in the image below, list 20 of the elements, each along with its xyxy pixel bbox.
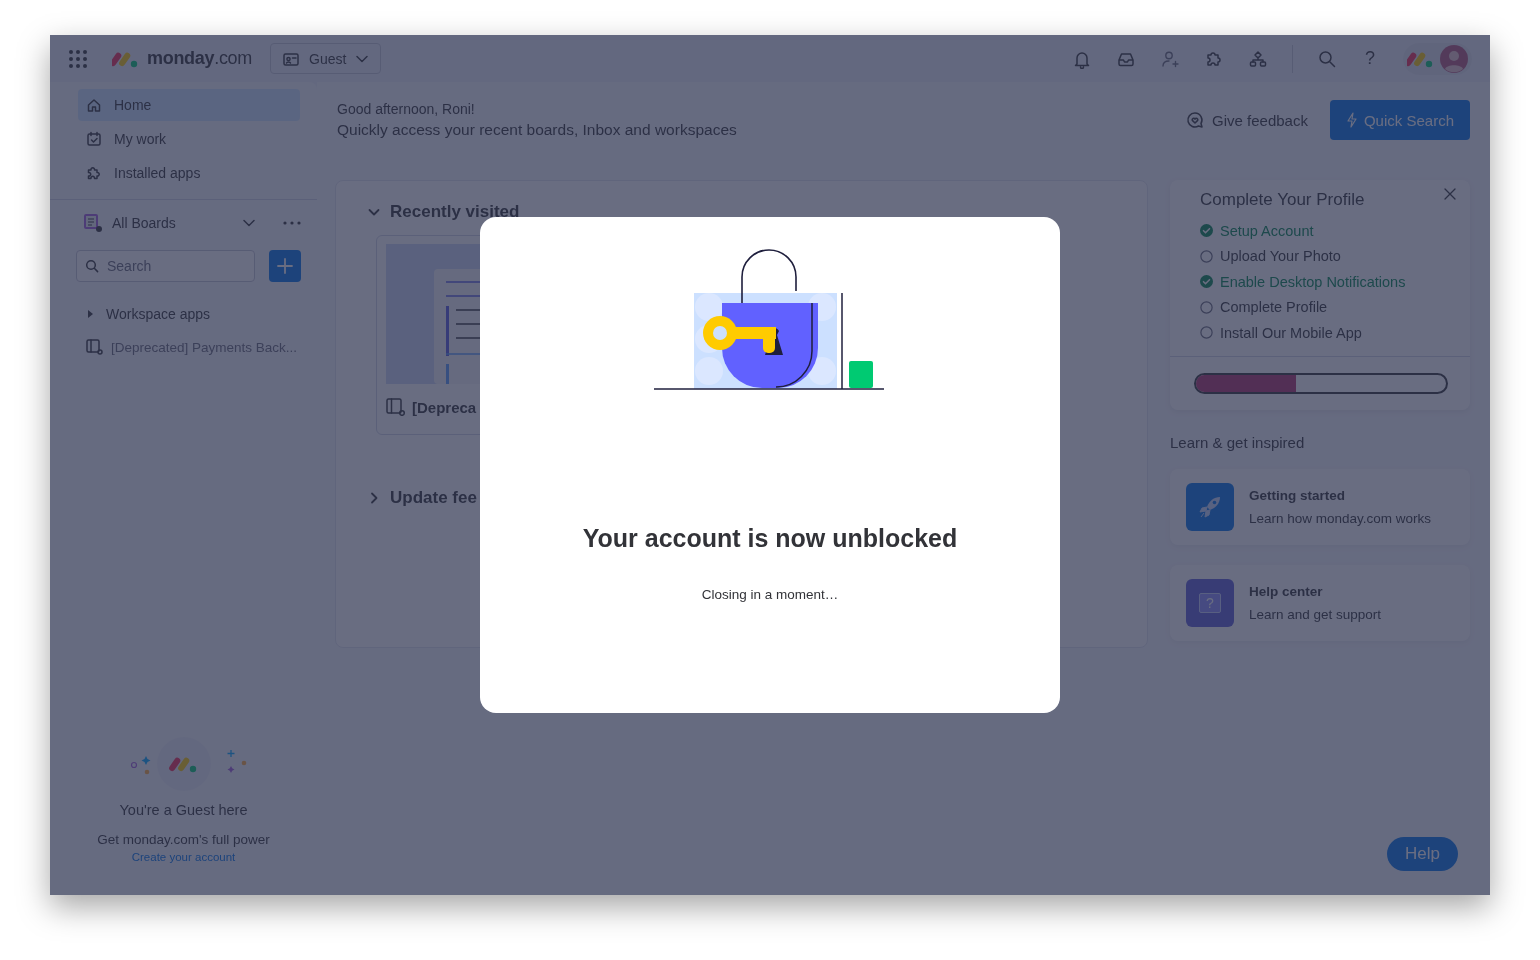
task-label[interactable]: Complete Profile — [1220, 299, 1328, 316]
learn-title: Learn & get inspired — [1170, 433, 1306, 451]
board-name: [Depreca — [412, 398, 477, 416]
modal-title: Your account is now unblocked — [582, 524, 958, 553]
create-account-link[interactable]: Create your account — [131, 851, 236, 863]
brand-name: monday.com — [147, 48, 253, 69]
task-label[interactable]: Setup Account — [1220, 222, 1314, 239]
task-label[interactable]: Enable Desktop Notifications — [1220, 273, 1406, 290]
task-label[interactable]: Install Our Mobile App — [1220, 324, 1362, 341]
card-description: Learn and get support — [1249, 606, 1382, 622]
guest-text: Get monday.com's full power — [97, 832, 270, 847]
guest-title: You're a Guest here — [119, 802, 248, 818]
task-label[interactable]: Upload Your Photo — [1220, 248, 1341, 265]
card-title: Help center — [1249, 583, 1324, 599]
greeting: Good afternoon, Roni! — [337, 101, 476, 117]
card-description: Learn how monday.com works — [1249, 510, 1432, 526]
card-title: Getting started — [1249, 487, 1346, 503]
modal-message: Closing in a moment… — [701, 587, 839, 602]
subtitle: Quickly access your recent boards, Inbox and workspaces — [337, 121, 738, 139]
profile-title: Complete Your Profile — [1200, 190, 1366, 210]
